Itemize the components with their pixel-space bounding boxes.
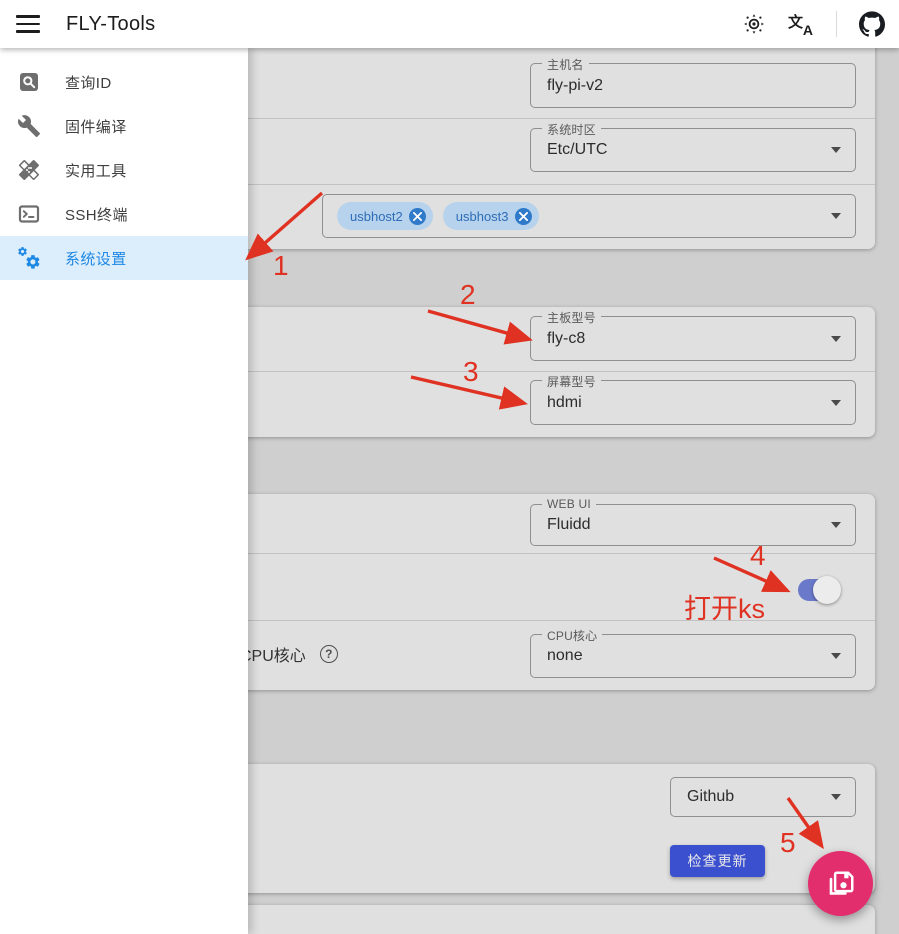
navigation-drawer: 查询ID 固件编译 实用工具 [0,48,248,934]
sidebar-item-label: 实用工具 [65,160,127,181]
chevron-down-icon [831,213,841,219]
wrench-icon [17,114,41,138]
cpu-cores-select[interactable]: CPU核心 none [530,634,856,678]
chip-close-icon[interactable] [409,208,426,225]
hostname-field[interactable]: 主机名 fly-pi-v2 [530,63,856,108]
chevron-down-icon [831,653,841,659]
github-icon [859,11,885,37]
sidebar-item-label: SSH终端 [65,204,128,225]
screen-model-value: hdmi [547,394,582,412]
help-icon[interactable]: ? [320,645,338,663]
update-source-select[interactable]: Github [670,777,856,817]
usbhost-multiselect[interactable]: usbhost2 usbhost3 [322,194,856,238]
timezone-value: Etc/UTC [547,141,607,159]
chip-label: usbhost2 [350,209,403,224]
sidebar-item-query-id[interactable]: 查询ID [0,60,248,104]
webui-label: WEB UI [542,497,596,511]
sidebar-item-label: 系统设置 [65,248,127,269]
cpu-cores-label: CPU核心 [542,627,602,644]
sidebar-item-firmware-build[interactable]: 固件编译 [0,104,248,148]
gears-icon [17,246,41,270]
timezone-label: 系统时区 [542,121,601,138]
chevron-down-icon [831,794,841,800]
sidebar-item-ssh-terminal[interactable]: SSH终端 [0,192,248,236]
app-title: FLY-Tools [66,13,155,36]
usbhost3-chip[interactable]: usbhost3 [443,202,539,230]
card-partial [232,905,875,934]
screen-model-label: 屏幕型号 [542,373,601,390]
save-all-fab[interactable] [808,851,873,916]
theme-toggle-button[interactable] [742,12,766,36]
terminal-icon [17,202,41,226]
timezone-select[interactable]: 系统时区 Etc/UTC [530,128,856,172]
screen-model-select[interactable]: 屏幕型号 hdmi [530,380,856,425]
sidebar-item-system-settings[interactable]: 系统设置 [0,236,248,280]
cpu-cores-value: none [547,647,583,665]
annotation-number-1: 1 [273,250,289,282]
sidebar-item-label: 固件编译 [65,116,127,137]
check-update-button[interactable]: 检查更新 [670,845,765,877]
ks-toggle[interactable] [798,578,840,602]
hostname-label: 主机名 [542,56,589,73]
card-general: 主机名 fly-pi-v2 系统时区 Etc/UTC usbhost2 usbh… [232,38,875,249]
sidebar-item-label: 查询ID [65,72,112,93]
chevron-down-icon [831,522,841,528]
translate-button[interactable]: 文 A [788,12,814,36]
toggle-thumb [813,576,841,604]
divider [232,118,875,119]
github-link[interactable] [859,11,885,37]
chip-close-icon[interactable] [515,208,532,225]
board-model-label: 主板型号 [542,309,601,326]
cpu-cores-row-label: CPU核心 ? [240,642,338,666]
card-update: Github 检查更新 [232,764,875,893]
card-hardware: 主板型号 fly-c8 屏幕型号 hdmi [232,307,875,437]
chip-row: usbhost2 usbhost3 [337,202,539,230]
sidebar-item-utilities[interactable]: 实用工具 [0,148,248,192]
webui-value: Fluidd [547,516,591,534]
webui-select[interactable]: WEB UI Fluidd [530,504,856,546]
chevron-down-icon [831,336,841,342]
update-source-value: Github [687,788,734,806]
app-bar: FLY-Tools 文 A [0,0,899,48]
usbhost2-chip[interactable]: usbhost2 [337,202,433,230]
divider [836,11,837,37]
translate-icon: 文 [788,11,803,32]
divider [232,620,875,621]
chevron-down-icon [831,400,841,406]
divider [232,553,875,554]
brightness-icon [742,12,766,36]
healing-icon [17,158,41,182]
board-model-select[interactable]: 主板型号 fly-c8 [530,316,856,361]
hostname-value: fly-pi-v2 [547,77,603,95]
cpu-cores-text: CPU核心 [240,642,306,666]
id-search-icon [17,70,41,94]
divider [232,184,875,185]
board-model-value: fly-c8 [547,330,585,348]
save-all-icon [826,869,856,899]
hamburger-menu-icon[interactable] [16,15,40,33]
divider [232,371,875,372]
chip-label: usbhost3 [456,209,509,224]
chevron-down-icon [831,147,841,153]
card-software: WEB UI Fluidd CPU核心 ? CPU核心 none [232,494,875,690]
app-window: 主机名 fly-pi-v2 系统时区 Etc/UTC usbhost2 usbh… [0,0,899,934]
